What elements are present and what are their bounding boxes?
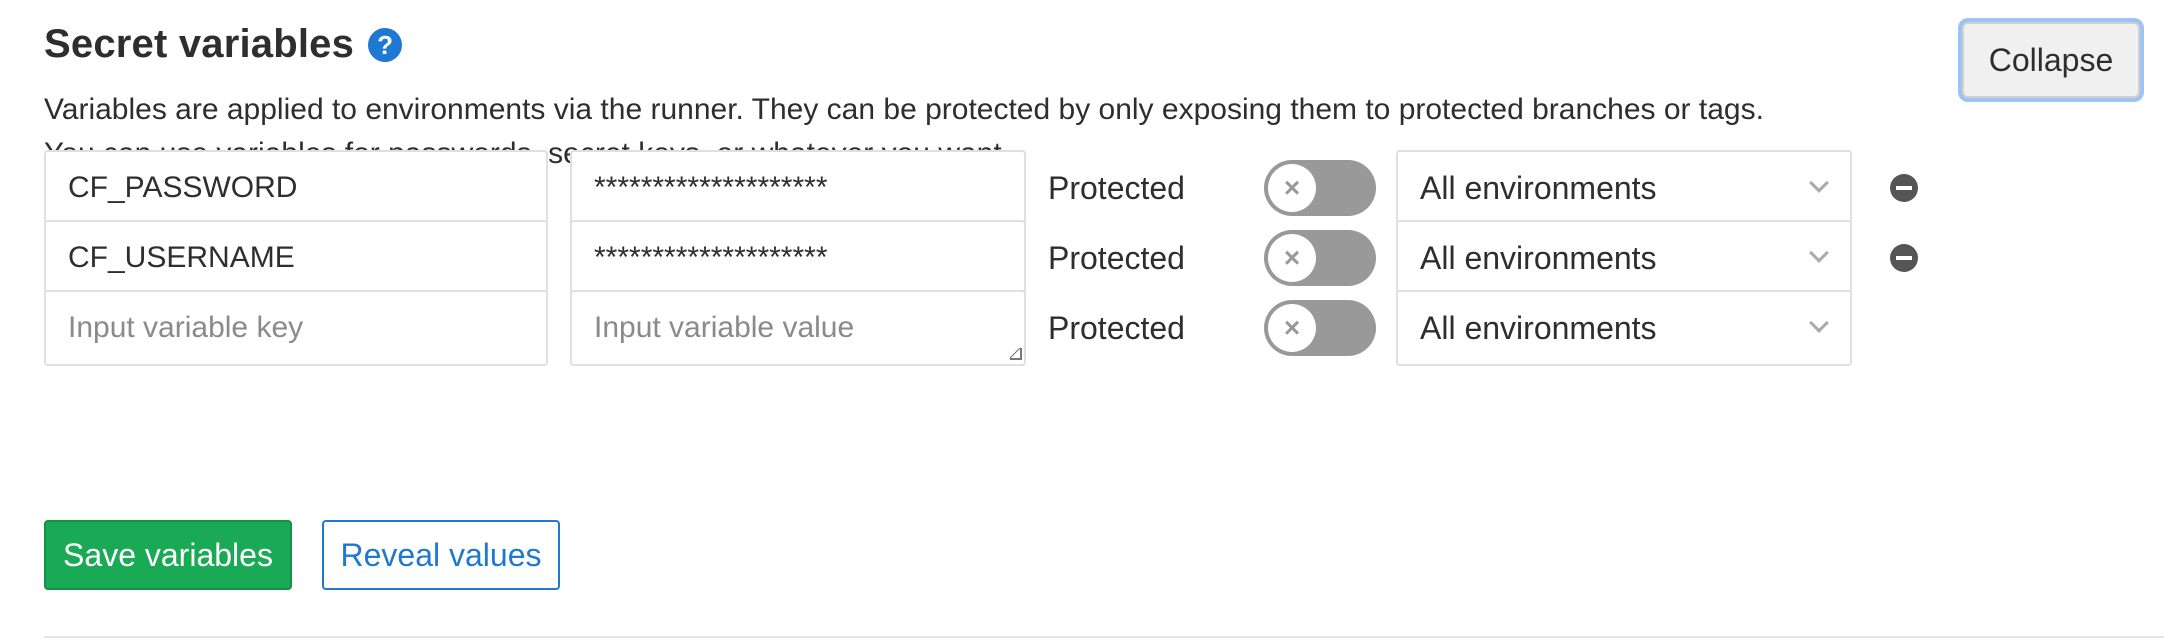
section-header: Secret variables ? (44, 22, 403, 67)
environment-select-value: All environments (1420, 170, 1657, 206)
environment-select[interactable]: All environments (1396, 220, 1852, 296)
variable-value-textarea[interactable] (570, 290, 1026, 366)
reveal-values-button[interactable]: Reveal values (322, 520, 560, 590)
environment-select[interactable]: All environments (1396, 150, 1852, 226)
variable-key-input[interactable] (44, 290, 548, 366)
save-variables-button[interactable]: Save variables (44, 520, 292, 590)
description-line-1: Variables are applied to environments vi… (44, 93, 1764, 126)
variable-row: Protected × All environments (44, 220, 1944, 296)
variable-row-new: Protected × All environments (44, 290, 1944, 366)
question-circle-icon[interactable]: ? (368, 27, 403, 62)
chevron-down-icon (1809, 313, 1829, 333)
environment-select[interactable]: All environments (1396, 290, 1852, 366)
protected-label: Protected (1048, 310, 1185, 346)
section-divider (44, 636, 2164, 638)
protected-toggle[interactable]: × (1264, 160, 1376, 216)
variable-key-input[interactable] (44, 220, 548, 296)
environment-select-value: All environments (1420, 240, 1657, 276)
variable-row: Protected × All environments (44, 150, 1944, 226)
toggle-off-icon: × (1268, 164, 1316, 212)
remove-variable-icon[interactable] (1890, 174, 1918, 202)
variable-key-input[interactable] (44, 150, 548, 226)
protected-toggle[interactable]: × (1264, 300, 1376, 356)
toggle-off-icon: × (1268, 304, 1316, 352)
remove-variable-icon[interactable] (1890, 244, 1918, 272)
protected-label: Protected (1048, 240, 1185, 276)
collapse-button[interactable]: Collapse (1962, 22, 2140, 98)
toggle-off-icon: × (1268, 234, 1316, 282)
section-title: Secret variables (44, 22, 355, 66)
environment-select-value: All environments (1420, 310, 1657, 346)
variable-value-input[interactable] (570, 220, 1026, 296)
variable-value-input[interactable] (570, 150, 1026, 226)
chevron-down-icon (1809, 173, 1829, 193)
chevron-down-icon (1809, 243, 1829, 263)
protected-toggle[interactable]: × (1264, 230, 1376, 286)
protected-label: Protected (1048, 170, 1185, 206)
secret-variables-section: Secret variables ? Collapse Variables ar… (0, 0, 2164, 640)
